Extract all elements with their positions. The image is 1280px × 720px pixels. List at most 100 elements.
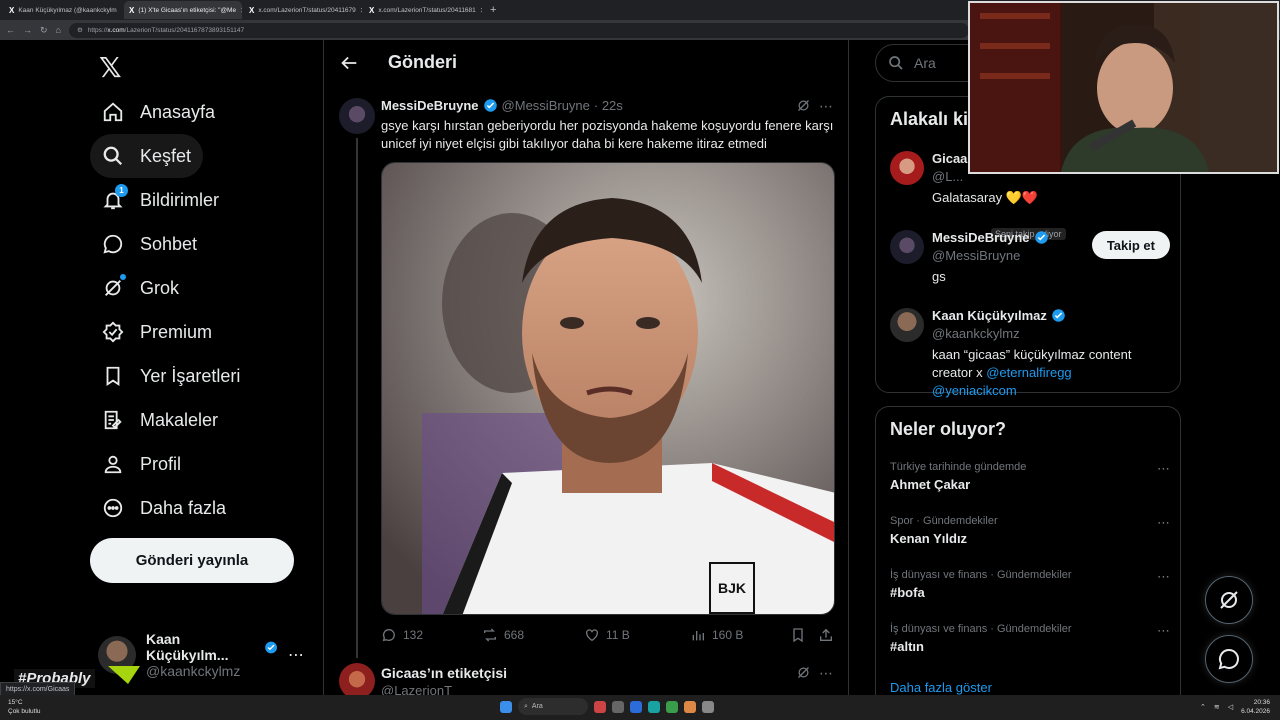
weather-widget[interactable]: 15°C Çok bulutlu <box>8 698 41 716</box>
reply-icon <box>382 628 395 642</box>
nav-item-explore[interactable]: Keşfet <box>90 134 204 178</box>
post-button[interactable]: Gönderi yayınla <box>90 538 294 583</box>
tweet-author: MessiDeBruyne @MessiBruyne · 22s <box>381 98 623 113</box>
x-logo-icon[interactable]: 𝕏 <box>99 51 122 84</box>
wifi-icon[interactable]: ≋ <box>1214 703 1220 711</box>
chrome-icon[interactable] <box>666 700 678 713</box>
trend-item[interactable]: İş dünyası ve finans · Gündemdekiler #al… <box>890 623 1170 654</box>
avatar <box>890 151 924 185</box>
x-favicon-icon: X <box>9 5 15 15</box>
windows-start-icon[interactable] <box>500 700 512 713</box>
more-dots-icon[interactable]: ⋯ <box>819 665 833 682</box>
reply-button[interactable]: 132 <box>381 627 482 643</box>
nav-item-grok[interactable]: Grok <box>90 266 191 310</box>
task-view-icon[interactable] <box>612 700 624 713</box>
browser-tab[interactable]: Xx.com/LazerionT/status/20411679✕ <box>244 1 362 19</box>
left-navigation: 𝕏 Anasayfa Keşfet 1 Bildirimler Sohbet G… <box>0 40 323 720</box>
app-icon[interactable] <box>630 700 642 713</box>
like-button[interactable]: 11 B <box>584 627 690 643</box>
close-tab-icon[interactable]: ✕ <box>360 6 362 15</box>
url-path: /LazerionT/status/2041167873893151147 <box>124 26 245 34</box>
nav-label: Anasayfa <box>140 101 216 122</box>
grok-explain-icon[interactable] <box>796 98 811 113</box>
nav-item-more[interactable]: Daha fazla <box>90 486 238 530</box>
tweet-photo[interactable]: BJK <box>381 162 835 615</box>
trend-item[interactable]: Spor · Gündemdekiler Kenan Yıldız ⋯ <box>890 515 1170 546</box>
reply-author-handle[interactable]: @LazerionT <box>381 683 452 695</box>
browser-tab[interactable]: XKaan Küçükyılmaz (@kaankckylm✕ <box>4 1 122 19</box>
home-browser-icon[interactable]: ⌂ <box>56 25 61 35</box>
nav-label: Yer İşaretleri <box>140 365 241 386</box>
reply-author-name[interactable]: Gicaas’ın etiketçisi <box>381 665 507 681</box>
messages-floating-button[interactable] <box>1205 635 1253 683</box>
nav-item-premium[interactable]: Premium <box>90 310 224 354</box>
player-photo-image: BJK <box>382 163 834 614</box>
tweet-author-name[interactable]: MessiDeBruyne <box>381 98 479 113</box>
close-tab-icon[interactable]: ✕ <box>480 6 482 15</box>
more-dots-icon[interactable]: ⋯ <box>819 98 833 115</box>
nav-item-chat[interactable]: Sohbet <box>90 222 209 266</box>
reply-author-avatar[interactable] <box>339 663 375 695</box>
volume-icon[interactable]: ◁ <box>1228 703 1233 711</box>
nav-item-articles[interactable]: Makaleler <box>90 398 230 442</box>
browser-tab-active[interactable]: X(1) X'te Gicaas'ın etiketçisi: "@Me✕ <box>124 1 242 19</box>
account-name: Kaan Küçükyılm... <box>146 631 229 663</box>
app-icon[interactable] <box>684 700 696 713</box>
tweet-author-handle[interactable]: @MessiBruyne <box>502 98 590 113</box>
follow-button[interactable]: Takip et <box>1091 231 1170 259</box>
grok-explain-icon[interactable] <box>796 665 811 680</box>
nav-label: Profil <box>140 453 182 474</box>
share-button[interactable] <box>818 627 834 643</box>
views-button[interactable]: 160 B <box>690 627 790 643</box>
grok-floating-button[interactable] <box>1205 576 1253 624</box>
show-more-link[interactable]: Daha fazla göster <box>890 680 992 695</box>
back-nav-icon[interactable]: ← <box>6 25 15 35</box>
bookmark-icon <box>106 366 120 386</box>
system-clock[interactable]: 20:36 6.04.2026 <box>1241 698 1270 716</box>
site-info-icon[interactable]: ⚙ <box>77 26 83 34</box>
app-icon[interactable] <box>594 700 606 713</box>
edge-icon[interactable] <box>648 700 660 713</box>
url-field[interactable]: ⚙ https://x.com/LazerionT/status/2041167… <box>68 22 969 38</box>
more-dots-icon[interactable]: ⋯ <box>1157 515 1170 531</box>
close-tab-icon[interactable]: ✕ <box>121 6 122 15</box>
chat-icon <box>1218 648 1239 670</box>
tweet-time[interactable]: · 22s <box>594 98 623 113</box>
nav-item-home[interactable]: Anasayfa <box>90 90 227 134</box>
url-scheme: https:// <box>87 26 108 34</box>
close-tab-icon[interactable]: ✕ <box>240 6 242 15</box>
card-title: Alakalı ki <box>890 109 969 129</box>
search-icon <box>103 146 123 166</box>
home-icon <box>103 102 123 122</box>
verified-badge-icon <box>483 99 497 112</box>
premium-icon <box>102 321 124 343</box>
browser-tab[interactable]: Xx.com/LazerionT/status/20411681✕ <box>364 1 482 19</box>
new-tab-icon[interactable]: + <box>484 4 502 16</box>
tweet-author-avatar[interactable] <box>339 98 375 134</box>
app-icon[interactable] <box>702 700 714 713</box>
trend-item[interactable]: Türkiye tarihinde gündemde Ahmet Çakar ⋯ <box>890 461 1170 492</box>
trend-item[interactable]: İş dünyası ve finans · Gündemdekiler #bo… <box>890 569 1170 600</box>
trends-card: Neler oluyor? Türkiye tarihinde gündemde… <box>875 406 1181 695</box>
more-dots-icon[interactable]: ⋯ <box>1157 623 1170 639</box>
more-dots-icon[interactable]: ⋯ <box>1157 461 1170 477</box>
taskbar-search[interactable]: ⌕ Ara <box>518 698 588 715</box>
nav-item-notifications[interactable]: 1 Bildirimler <box>90 178 231 222</box>
svg-text:BJK: BJK <box>718 580 746 596</box>
bookmark-button[interactable] <box>790 627 818 643</box>
repost-icon <box>484 628 496 642</box>
nav-item-profile[interactable]: Profil <box>90 442 193 486</box>
nav-label: Keşfet <box>140 145 192 166</box>
verified-badge-icon <box>1034 231 1048 244</box>
repost-button[interactable]: 668 <box>482 627 584 643</box>
more-dots-icon[interactable]: ⋯ <box>1157 569 1170 585</box>
more-dots-icon[interactable]: ⋯ <box>288 645 304 665</box>
reload-icon[interactable]: ↻ <box>40 25 48 36</box>
back-arrow-icon[interactable] <box>338 52 360 74</box>
nav-item-bookmarks[interactable]: Yer İşaretleri <box>90 354 252 398</box>
forward-nav-icon[interactable]: → <box>23 25 32 35</box>
views-chart-icon <box>692 631 704 641</box>
more-circle-icon <box>103 498 123 518</box>
tray-chevron-icon[interactable]: ⌃ <box>1200 703 1206 711</box>
nav-label: Makaleler <box>140 409 219 430</box>
